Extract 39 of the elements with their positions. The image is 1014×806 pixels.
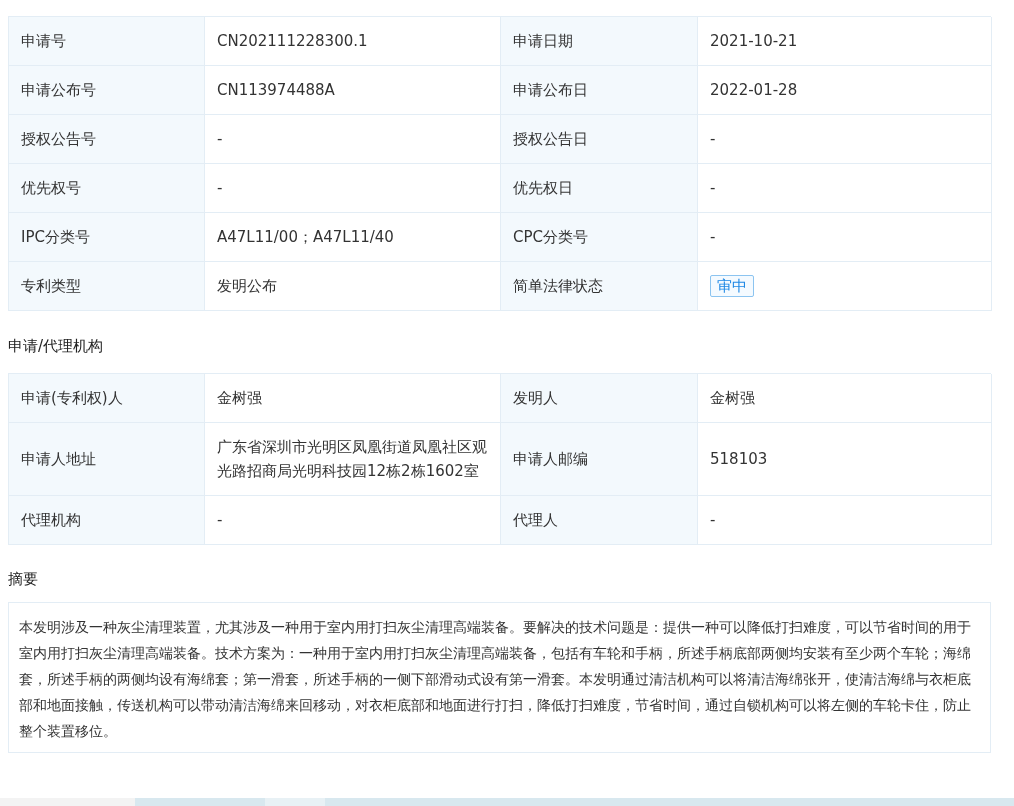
field-value: - <box>710 510 716 531</box>
field-label: 申请人邮编 <box>501 423 698 496</box>
field-value: - <box>217 510 223 531</box>
field-label: 申请公布日 <box>501 66 698 115</box>
field-label: 授权公告号 <box>9 115 205 164</box>
field-label: 代理人 <box>501 496 698 545</box>
field-label: IPC分类号 <box>9 213 205 262</box>
field-value: 金树强 <box>217 388 262 409</box>
field-label: 申请号 <box>9 17 205 66</box>
field-value: 2021-10-21 <box>710 31 798 52</box>
field-label: 代理机构 <box>9 496 205 545</box>
field-label: 简单法律状态 <box>501 262 698 311</box>
field-value: - <box>217 129 223 150</box>
field-value: - <box>710 227 716 248</box>
abstract-text: 本发明涉及一种灰尘清理装置，尤其涉及一种用于室内用打扫灰尘清理高端装备。要解决的技术问题是：提供一种可以降低打扫难度，可以节省时间的用于室内用打扫灰尘清理高端装备。技术方案为：一种用于室内用打扫灰尘清理高端装备，包括有车轮和手柄，所述手柄底部两侧均安装有至少两个车轮；海绵套，所述手柄的两侧均设有海绵套；第一滑套，所述手柄的一侧下部滑动式设有第一滑套。本发明通过清洁机构可以将清洁海绵张开，使清洁海绵与衣柜底部和地面接触，传送机构可以带动清洁海绵来回移动，对衣柜底部和地面进行打扫，降低打扫难度，节省时间，通过自锁机构可以将左侧的车轮卡住，防止整个装置移位。 <box>19 618 972 741</box>
field-value: - <box>710 129 716 150</box>
field-value: A47L11/00；A47L11/40 <box>217 227 394 248</box>
field-label: 优先权号 <box>9 164 205 213</box>
status-tag: 审中 <box>710 275 754 297</box>
field-label: 专利类型 <box>9 262 205 311</box>
field-value: 发明公布 <box>217 276 277 297</box>
field-value: - <box>710 178 716 199</box>
field-value: 广东省深圳市光明区凤凰街道凤凰社区观光路招商局光明科技园12栋2栋1602室 <box>217 437 488 482</box>
field-label: 授权公告日 <box>501 115 698 164</box>
section-title: 摘要 <box>8 569 39 590</box>
field-value: CN113974488A <box>217 80 335 101</box>
field-label: 申请(专利权)人 <box>9 374 205 423</box>
field-label: CPC分类号 <box>501 213 698 262</box>
field-label: 优先权日 <box>501 164 698 213</box>
field-value: 518103 <box>710 449 768 470</box>
field-label: 申请日期 <box>501 17 698 66</box>
field-value: 金树强 <box>710 388 755 409</box>
field-label: 申请公布号 <box>9 66 205 115</box>
field-value: 2022-01-28 <box>710 80 798 101</box>
field-label: 发明人 <box>501 374 698 423</box>
section-title: 申请/代理机构 <box>8 336 105 357</box>
field-label: 申请人地址 <box>9 423 205 496</box>
field-value: CN202111228300.1 <box>217 31 368 52</box>
field-value: - <box>217 178 223 199</box>
